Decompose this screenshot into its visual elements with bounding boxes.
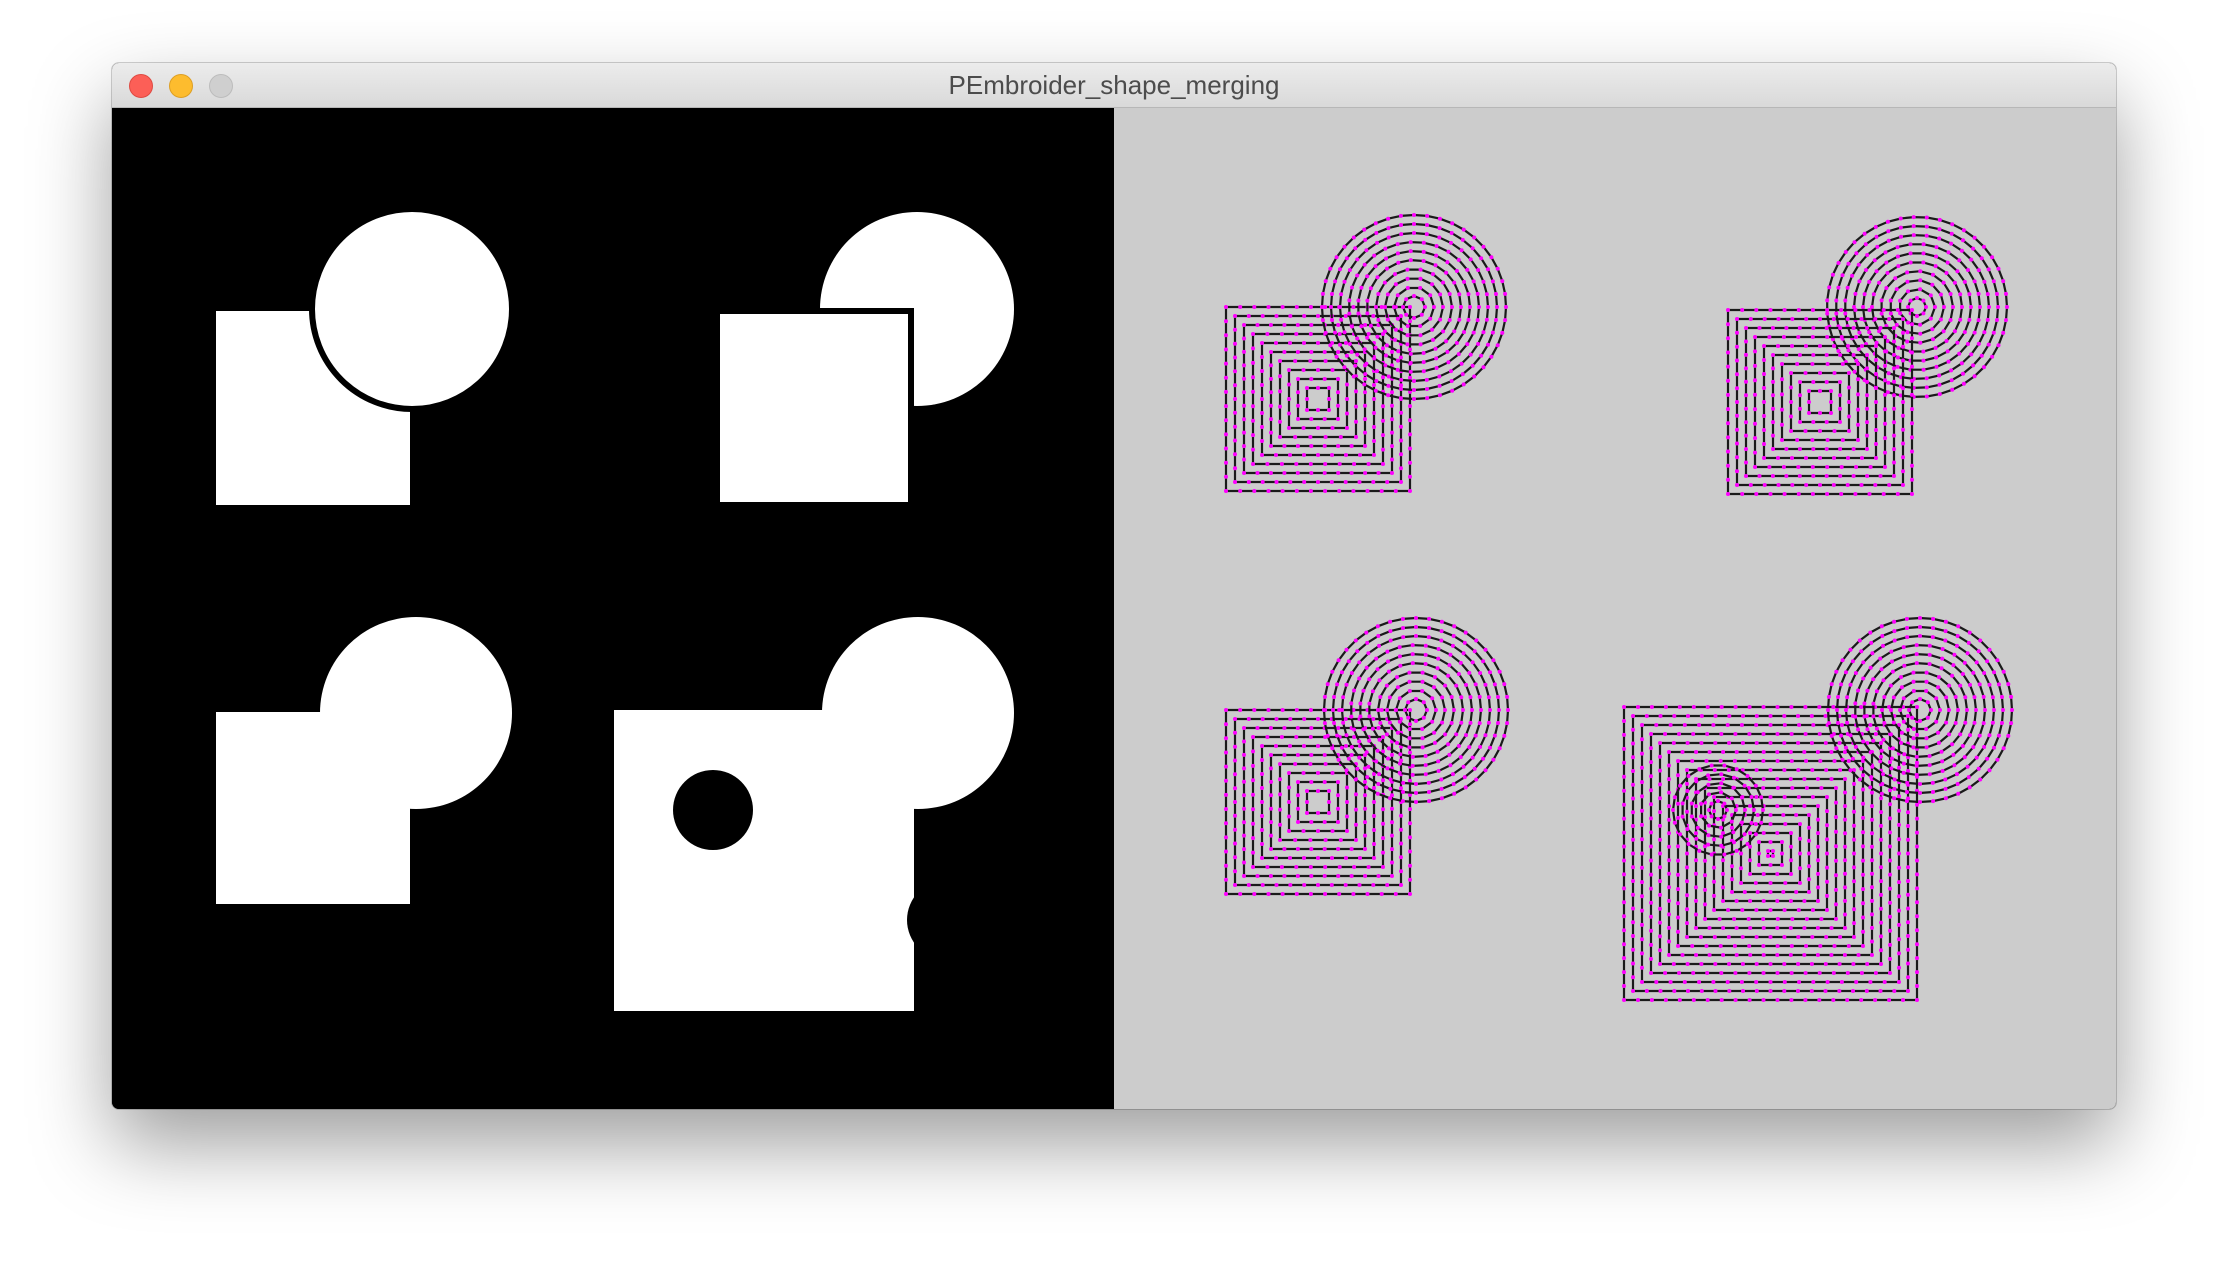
stitch-square-top-left	[1278, 359, 1358, 439]
stitch-square-top-right	[1780, 362, 1860, 442]
stitch-circle-top-right-points	[1825, 215, 2009, 399]
square-shape	[714, 308, 914, 508]
stitch-square-bottom-right	[1631, 714, 1910, 993]
stitch-circle-bottom-right	[1844, 634, 1996, 786]
shape-group-bottom-right	[614, 617, 1014, 1011]
stitch-square-bottom-left	[1233, 717, 1403, 887]
stitch-square-bottom-right	[1748, 831, 1793, 876]
stitch-square-bottom-right	[1757, 840, 1784, 867]
shape-group-top-left	[216, 206, 515, 505]
stitch-square-top-left	[1305, 386, 1331, 412]
stitch-square-bottom-left	[1242, 726, 1394, 878]
stitch-square-bottom-left	[1251, 735, 1385, 869]
circle-shape	[309, 206, 515, 412]
stitch-square-top-left	[1296, 377, 1340, 421]
stitch-square-bottom-left	[1278, 762, 1358, 842]
title-bar[interactable]: PEmbroider_shape_merging	[112, 63, 2116, 108]
shape-group-bottom-left	[216, 617, 512, 904]
stitch-square-bottom-left	[1296, 780, 1340, 824]
shape-group-top-right	[714, 212, 1014, 508]
source-shapes-svg	[216, 206, 1014, 1011]
stitch-square-bottom-right	[1640, 723, 1901, 984]
stitch-circle-bottom-right	[1880, 671, 1960, 749]
stitch-square-top-right	[1807, 389, 1833, 415]
sketch-canvas[interactable]	[112, 108, 2116, 1109]
stitch-square-top-left	[1269, 350, 1367, 448]
stitch-layer	[1224, 213, 2014, 1002]
stitch-square-bottom-right-points	[1622, 705, 1919, 1002]
stitch-square-top-left	[1233, 314, 1403, 484]
embroidery-preview-svg	[1224, 213, 2014, 1002]
stitch-square-top-left	[1251, 332, 1385, 466]
stitch-square-bottom-right	[1730, 813, 1811, 894]
circle-shape	[822, 617, 1014, 809]
window-title: PEmbroider_shape_merging	[948, 70, 1280, 100]
stitch-square-top-left	[1242, 323, 1394, 475]
embroidery-preview-panel	[1114, 108, 2116, 1109]
stitch-square-bottom-right	[1667, 750, 1874, 957]
stitch-square-bottom-right	[1721, 804, 1820, 903]
app-window: PEmbroider_shape_merging	[112, 63, 2116, 1109]
circle-shape	[320, 617, 512, 809]
notch-circle	[907, 880, 987, 960]
stitch-square-bottom-left	[1305, 789, 1331, 815]
stitch-square-bottom-left	[1269, 753, 1367, 851]
source-shapes-panel	[112, 108, 1114, 1109]
stitch-square-bottom-right	[1658, 741, 1883, 966]
stitch-circle-bottom-right	[1898, 689, 1942, 731]
hole-circle	[673, 770, 753, 850]
stitch-square-top-right	[1798, 380, 1842, 424]
